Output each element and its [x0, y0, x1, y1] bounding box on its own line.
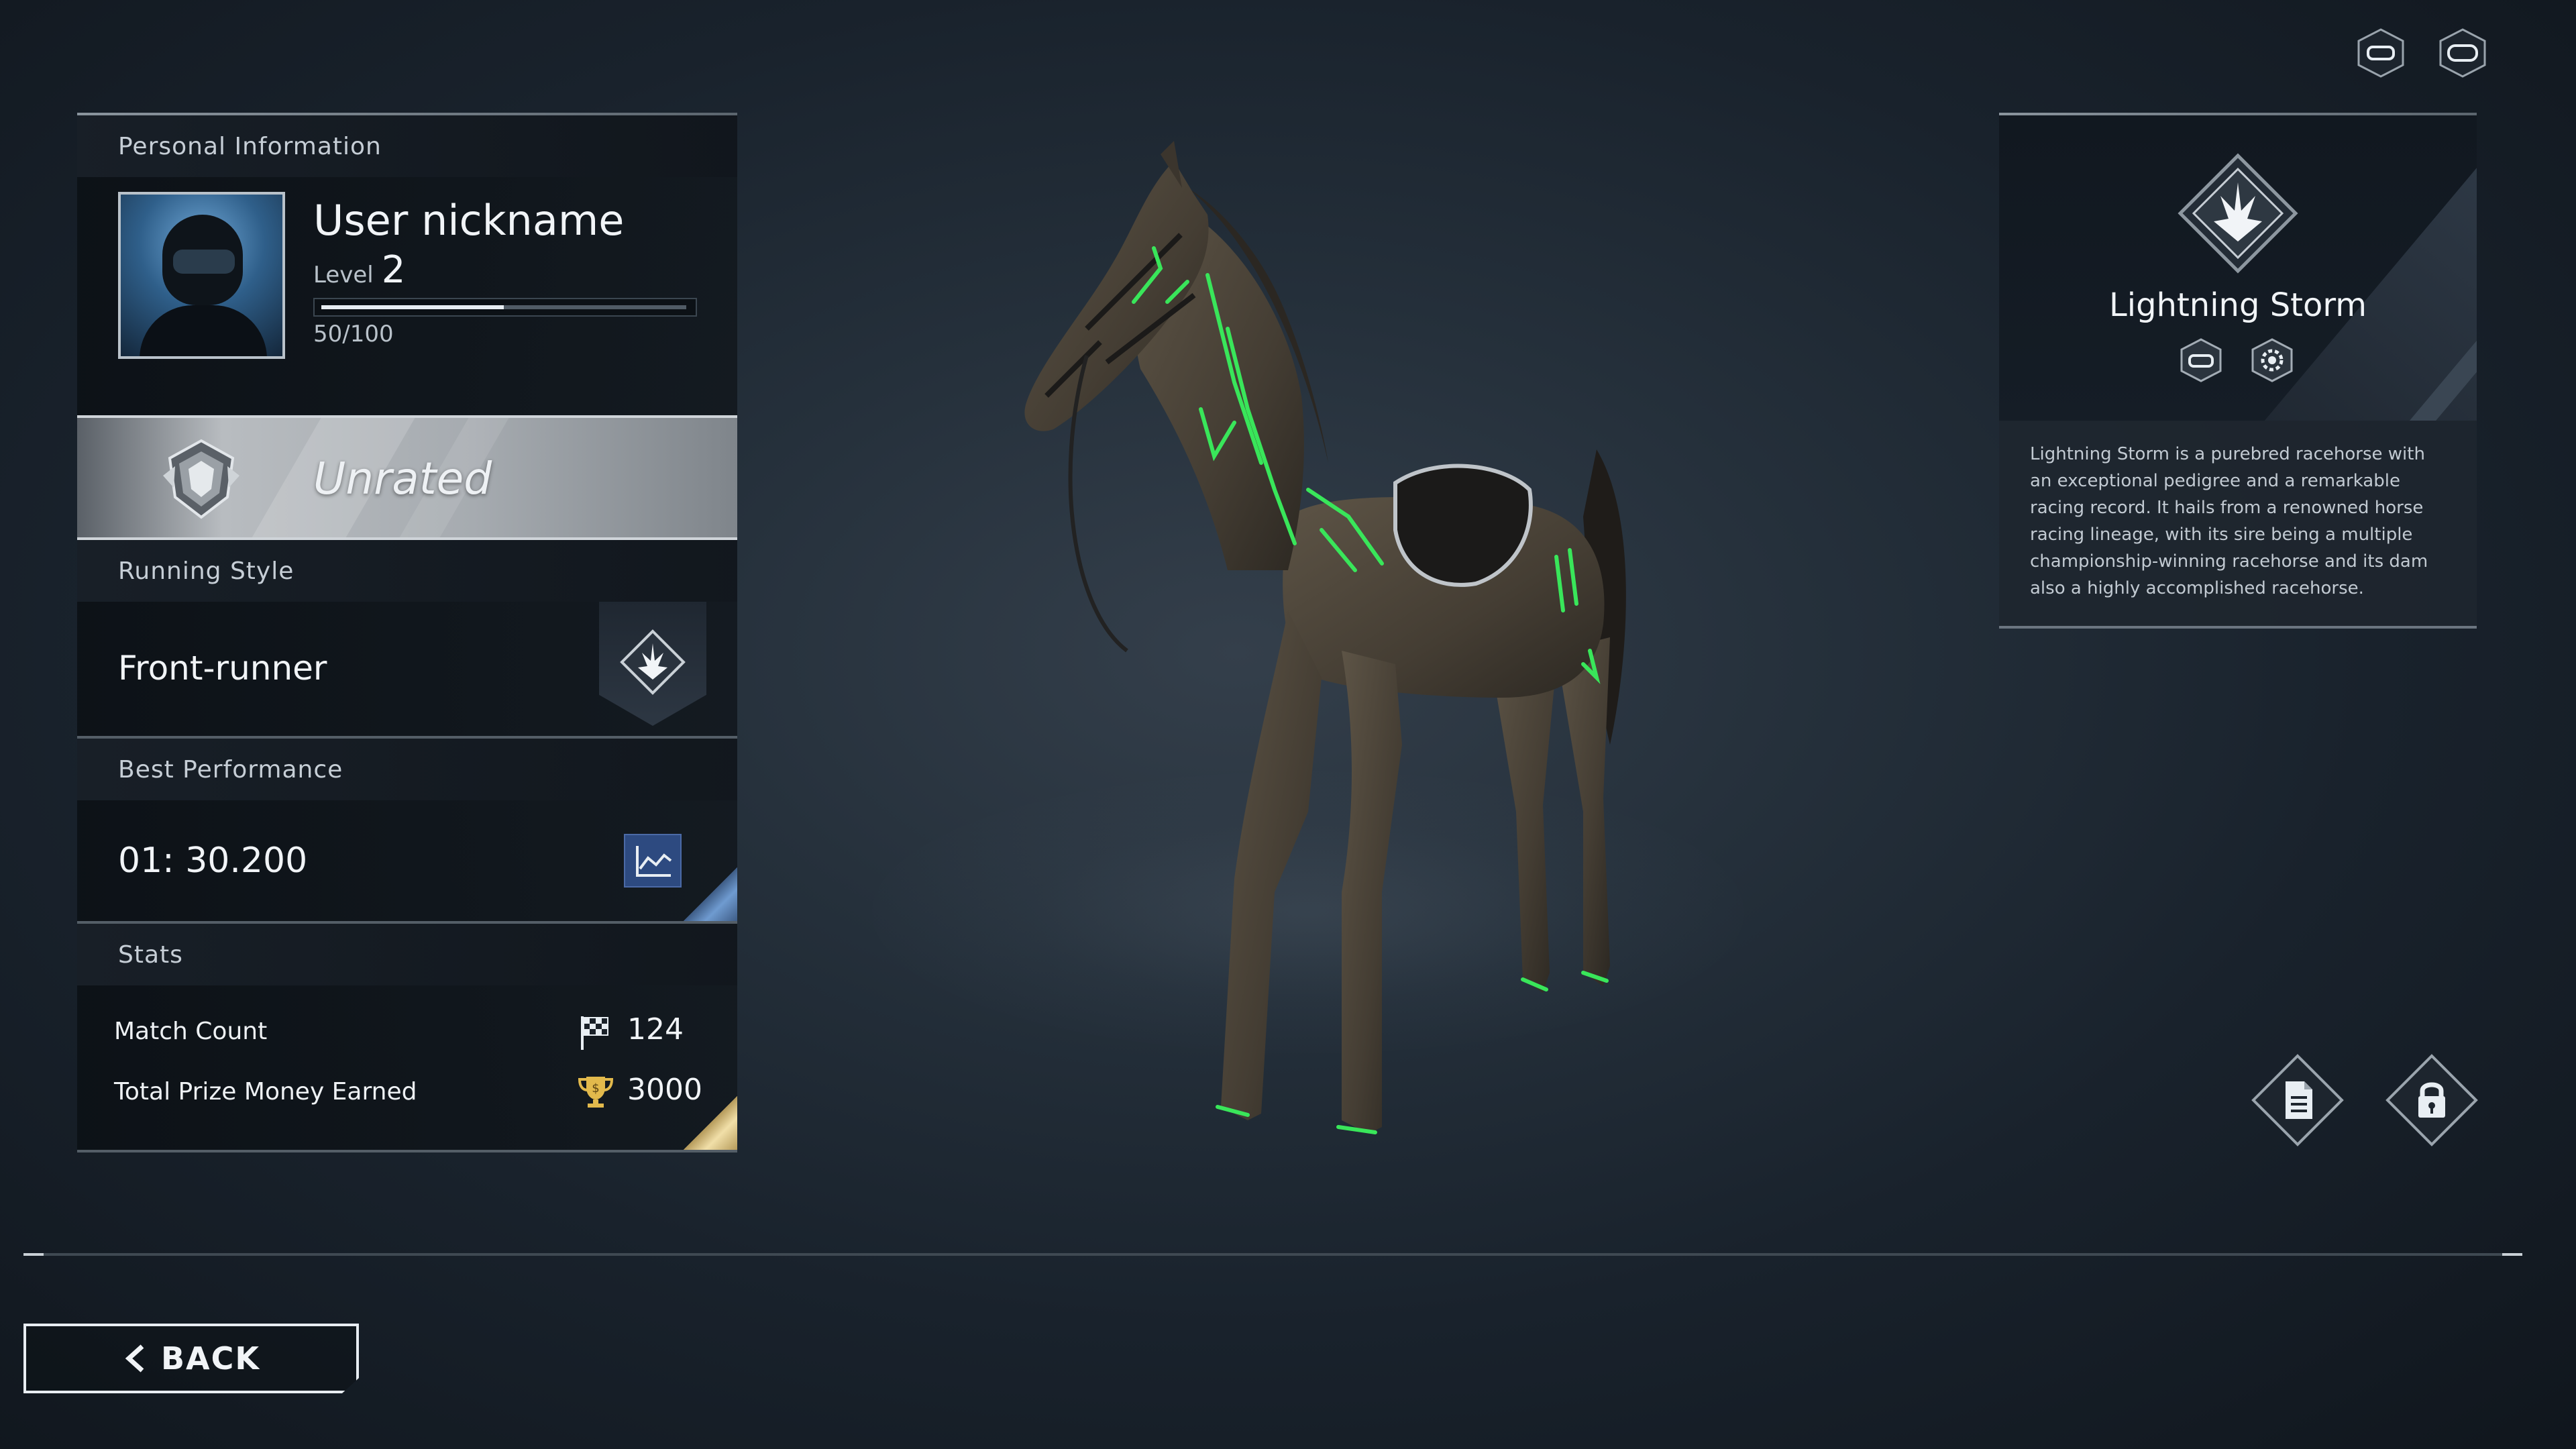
level-value: 2	[381, 248, 406, 292]
section-divider	[77, 1150, 737, 1152]
lightning-emblem-icon	[620, 629, 686, 695]
horse-actions	[2251, 1053, 2479, 1147]
xp-progress-remaining	[504, 305, 686, 309]
horse-info-panel: Lightning Storm Lightning Storm is a pur…	[1999, 113, 2477, 629]
stats-header: Stats	[77, 924, 737, 985]
user-nickname: User nickname	[313, 196, 625, 245]
checkered-flag-icon	[581, 1016, 608, 1050]
xp-progress-bar	[313, 298, 697, 317]
hmd-icon	[2357, 28, 2404, 78]
back-button[interactable]: BACK	[23, 1324, 359, 1393]
svg-text:$: $	[592, 1081, 599, 1095]
horse-model	[1024, 141, 1626, 1134]
lock-icon	[2385, 1054, 2478, 1146]
running-style-header: Running Style	[77, 540, 737, 602]
performance-chart-button[interactable]	[624, 834, 682, 888]
rank-emblem-icon	[163, 439, 239, 519]
avatar	[118, 192, 285, 359]
best-time: 01: 30.200	[118, 841, 308, 881]
vr-headset-button[interactable]	[2436, 27, 2489, 79]
lock-button[interactable]	[2385, 1053, 2479, 1147]
top-right-toolbar	[2355, 27, 2489, 79]
hmd-button[interactable]	[2355, 27, 2407, 79]
corner-accent	[684, 1096, 737, 1150]
running-style-badge	[599, 602, 706, 726]
horse-card: Lightning Storm	[1999, 115, 2477, 421]
details-button[interactable]	[2251, 1053, 2345, 1147]
document-icon	[2251, 1054, 2344, 1146]
best-performance-header: Best Performance	[77, 739, 737, 800]
trophy-icon: $	[578, 1077, 614, 1108]
match-count-value: 124	[627, 1012, 684, 1046]
horse-description: Lightning Storm is a purebred racehorse …	[1999, 421, 2477, 629]
horse-name: Lightning Storm	[2109, 286, 2367, 324]
match-count-label: Match Count	[114, 1018, 268, 1045]
level-label: Level	[313, 262, 374, 288]
personal-info-header: Personal Information	[77, 115, 737, 177]
line-chart-icon	[636, 846, 672, 877]
rank-label: Unrated	[313, 453, 492, 504]
rank-banner: Unrated	[77, 415, 737, 540]
xp-progress-fill	[321, 305, 504, 309]
profile-panel: Personal Information User nickname Level…	[77, 113, 737, 1152]
corner-accent	[684, 867, 737, 921]
bottom-divider	[23, 1253, 2522, 1256]
vr-headset-icon	[2439, 28, 2486, 78]
running-style-section: Front-runner	[77, 602, 737, 736]
horse-badges	[2178, 337, 2296, 384]
gear-badge-icon	[2251, 338, 2293, 382]
lightning-emblem-icon	[2178, 153, 2298, 274]
running-style-value: Front-runner	[118, 649, 327, 688]
hmd-icon	[2180, 338, 2222, 382]
stats-section: Match Count 124 Total Prize Money Earned…	[77, 985, 737, 1150]
back-label: BACK	[160, 1340, 261, 1377]
xp-text: 50/100	[313, 321, 394, 347]
personal-info-section: User nickname Level 2 50/100	[77, 177, 737, 415]
chevron-left-icon	[125, 1344, 144, 1373]
best-performance-section: 01: 30.200	[77, 800, 737, 921]
prize-money-label: Total Prize Money Earned	[114, 1078, 417, 1106]
level-row: Level 2	[313, 248, 405, 292]
